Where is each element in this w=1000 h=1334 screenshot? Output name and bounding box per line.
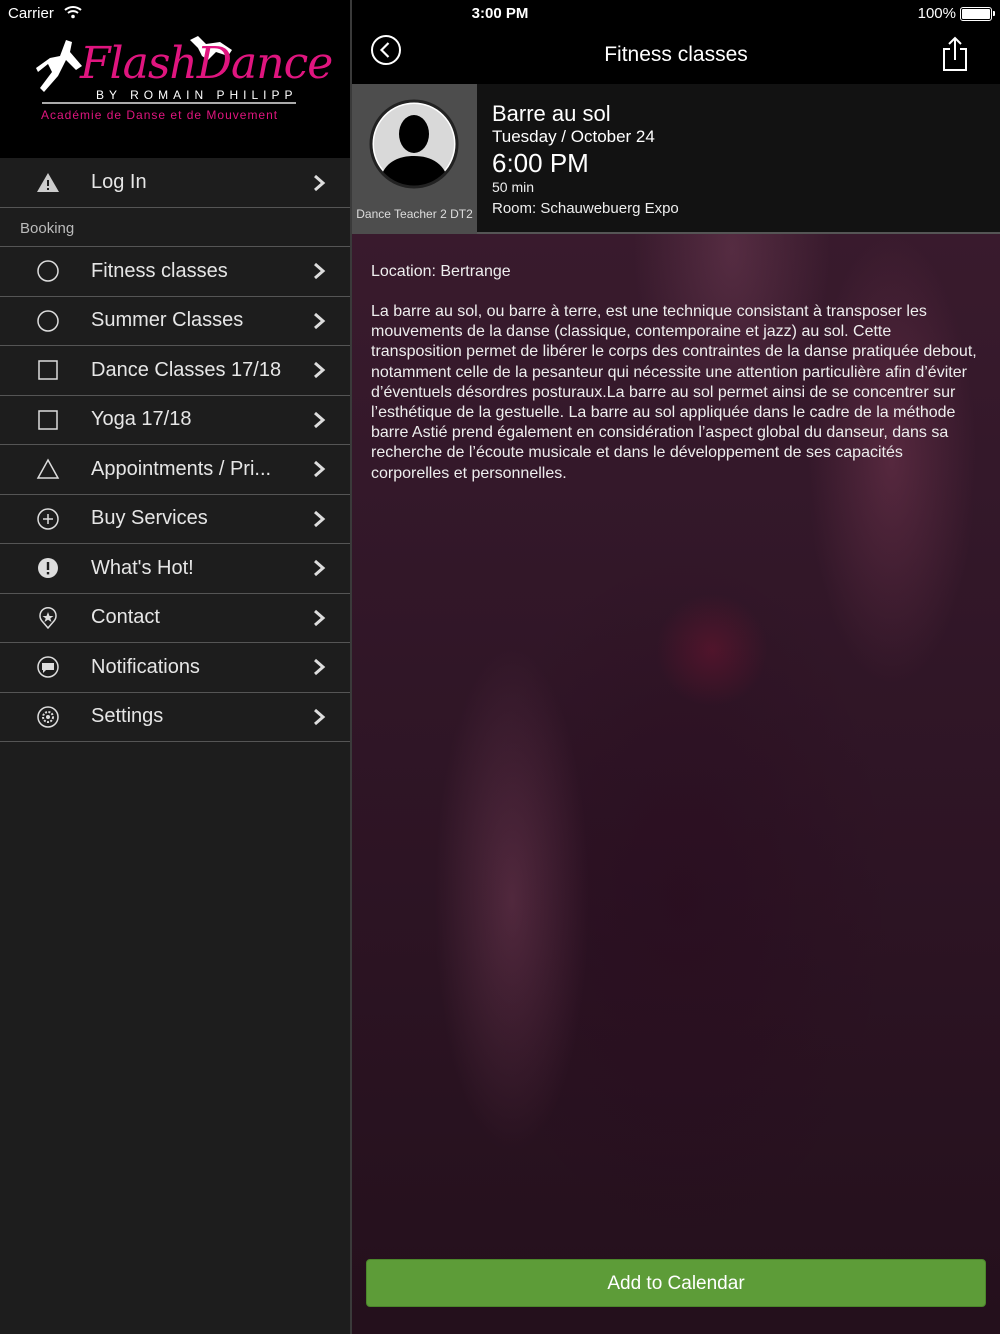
sidebar-menu: Log In Booking Fitness classes Summer Cl… <box>0 158 350 742</box>
chevron-right-icon <box>314 461 326 478</box>
sidebar-item-whats-hot[interactable]: What's Hot! <box>0 544 350 594</box>
section-header-booking: Booking <box>0 208 350 247</box>
square-icon <box>38 410 58 430</box>
circle-icon <box>37 260 59 282</box>
teacher-card[interactable]: Dance Teacher 2 DT2 <box>352 84 477 234</box>
chevron-right-icon <box>314 362 326 379</box>
page-title: Fitness classes <box>604 43 748 66</box>
logo-wordmark: FlashDance <box>80 38 333 89</box>
status-bar: Carrier 3:00 PM 100% <box>0 0 1000 28</box>
class-title: Barre au sol <box>492 101 611 126</box>
class-description: La barre au sol, ou barre à terre, est u… <box>371 303 977 482</box>
sidebar-item-yoga[interactable]: Yoga 17/18 <box>0 395 350 445</box>
sidebar-item-label: Notifications <box>91 655 200 678</box>
sidebar-item-fitness-classes[interactable]: Fitness classes <box>0 247 350 297</box>
class-date: Tuesday / October 24 <box>492 127 655 146</box>
sidebar-item-label: Contact <box>91 606 160 629</box>
chevron-right-icon <box>314 411 326 428</box>
chevron-right-icon <box>314 312 326 329</box>
logo-byline: BY ROMAIN PHILIPP <box>96 88 298 102</box>
warning-icon <box>37 172 59 192</box>
logo-subtitle: Académie de Danse et de Mouvement <box>41 108 279 122</box>
sidebar-item-appointments[interactable]: Appointments / Pri... <box>0 445 350 495</box>
chevron-right-icon <box>314 659 326 676</box>
plus-circle-icon <box>37 508 59 530</box>
triangle-icon <box>36 458 60 479</box>
circle-icon <box>37 310 59 332</box>
battery-percentage: 100% <box>917 5 956 22</box>
clock: 3:00 PM <box>471 5 529 22</box>
chat-bubble-icon <box>37 656 59 678</box>
detail-panel: Fitness classes Dance Teacher 2 DT2 Barr… <box>352 0 1000 1334</box>
sidebar-item-buy-services[interactable]: Buy Services <box>0 494 350 544</box>
class-time: 6:00 PM <box>492 148 589 178</box>
square-icon <box>38 360 58 380</box>
flashdance-logo: FlashDance BY ROMAIN PHILIPP Académie de… <box>36 34 333 129</box>
sidebar-item-label: Summer Classes <box>91 309 244 332</box>
sidebar-item-label: Settings <box>91 705 164 728</box>
chevron-right-icon <box>314 174 326 191</box>
sidebar-item-settings[interactable]: Settings <box>0 692 350 742</box>
sidebar-item-label: Log In <box>91 171 147 193</box>
chevron-right-icon <box>314 609 326 626</box>
sidebar-item-notifications[interactable]: Notifications <box>0 643 350 693</box>
add-to-calendar-button[interactable]: Add to Calendar <box>366 1259 986 1307</box>
class-summary: Dance Teacher 2 DT2 Barre au sol Tuesday… <box>352 84 1000 234</box>
sidebar-item-label: Buy Services <box>91 507 208 530</box>
sidebar-item-label: Fitness classes <box>91 259 228 282</box>
logo-divider <box>42 102 296 104</box>
chevron-right-icon <box>314 560 326 577</box>
gear-icon <box>37 706 59 728</box>
teacher-avatar <box>369 99 459 189</box>
class-location: Location: Bertrange <box>371 263 511 280</box>
battery-icon <box>960 7 995 21</box>
sidebar-item-contact[interactable]: Contact <box>0 593 350 643</box>
sidebar: FlashDance BY ROMAIN PHILIPP Académie de… <box>0 0 350 1334</box>
exclamation-icon <box>38 558 58 579</box>
sidebar-item-label: Yoga 17/18 <box>91 408 192 431</box>
teacher-name: Dance Teacher 2 DT2 <box>356 207 473 221</box>
location-pin-icon <box>39 606 57 629</box>
chevron-right-icon <box>314 263 326 280</box>
share-button[interactable] <box>942 36 968 72</box>
class-room: Room: Schauwebuerg Expo <box>492 200 679 217</box>
sidebar-item-label: What's Hot! <box>91 556 194 579</box>
sidebar-item-label: Dance Classes 17/18 <box>91 358 282 381</box>
sidebar-item-label: Appointments / Pri... <box>91 457 272 480</box>
chevron-right-icon <box>314 708 326 725</box>
sidebar-item-dance-classes[interactable]: Dance Classes 17/18 <box>0 346 350 396</box>
sidebar-item-summer-classes[interactable]: Summer Classes <box>0 296 350 346</box>
chevron-right-icon <box>314 510 326 527</box>
class-duration: 50 min <box>492 179 535 195</box>
sidebar-item-login[interactable]: Log In <box>0 158 350 208</box>
